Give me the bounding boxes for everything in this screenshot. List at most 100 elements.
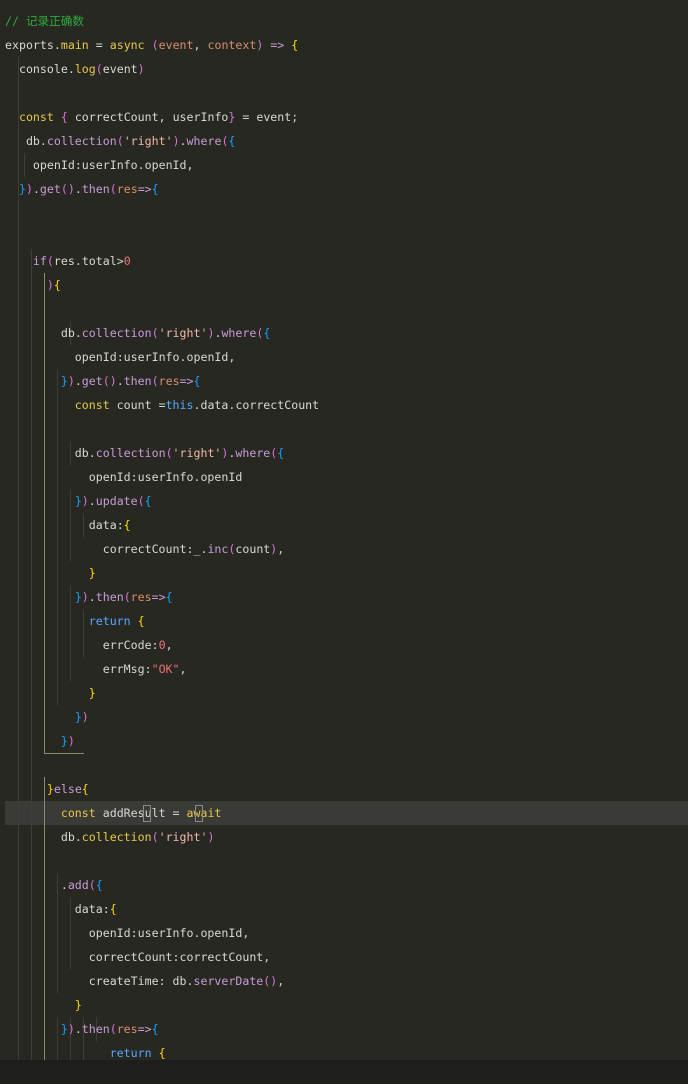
code-token: ( [165, 446, 173, 460]
code-line[interactable]: db.collection('right').where({ [5, 129, 235, 153]
code-token: . [179, 350, 187, 364]
code-line[interactable]: ){ [5, 273, 61, 297]
code-line[interactable]: .add({ [5, 873, 103, 897]
code-line[interactable]: console.log(event) [5, 57, 145, 81]
code-token: get [39, 182, 61, 196]
code-line[interactable]: }).get().then(res=>{ [5, 369, 201, 393]
code-token: else [53, 782, 82, 796]
code-line[interactable]: } [5, 561, 96, 585]
code-line[interactable]: db.collection('right') [5, 825, 215, 849]
code-token: ( [116, 134, 124, 148]
code-token: 0 [123, 254, 131, 268]
code-token: = [88, 38, 110, 52]
code-line[interactable]: data:{ [5, 513, 131, 537]
code-line[interactable]: db.collection('right').where({ [5, 441, 284, 465]
code-token: collection [46, 134, 117, 148]
code-token: "OK" [151, 662, 180, 676]
code-token: res [158, 374, 180, 388]
code-token: main [60, 38, 89, 52]
code-token: update [95, 494, 138, 508]
code-line[interactable]: openId:userInfo.openId, [5, 921, 250, 945]
code-token: db [5, 134, 40, 148]
code-line[interactable]: data:{ [5, 897, 117, 921]
code-token: ) [46, 278, 54, 292]
code-line[interactable]: errCode:0, [5, 633, 173, 657]
code-token: { [277, 446, 285, 460]
code-token: errMsg [5, 662, 145, 676]
code-line[interactable]: openId:userInfo.openId, [5, 345, 236, 369]
code-token: , [277, 974, 285, 988]
code-token: . [74, 374, 82, 388]
code-line[interactable]: const { correctCount, userInfo} = event; [5, 105, 298, 129]
code-line[interactable]: }) [5, 729, 75, 753]
code-line[interactable]: }) [5, 705, 89, 729]
code-line[interactable]: return { [5, 609, 145, 633]
code-token: ) [81, 494, 89, 508]
code-line[interactable]: // 记录正确数 [5, 9, 84, 33]
editor-bottom-edge [0, 1060, 688, 1084]
code-line[interactable]: correctCount:_.inc(count), [5, 537, 285, 561]
code-token: where [186, 134, 222, 148]
code-token: } [74, 494, 82, 508]
code-line[interactable]: } [5, 993, 82, 1017]
code-line[interactable]: } [5, 681, 96, 705]
code-token: 'right' [172, 446, 222, 460]
code-token: userInfo [81, 158, 138, 172]
code-token: 'right' [123, 134, 173, 148]
code-line[interactable]: if(res.total>0 [5, 249, 131, 273]
code-line[interactable]: errMsg:"OK", [5, 657, 187, 681]
code-token: } [88, 686, 96, 700]
code-token: exports [5, 38, 54, 52]
code-line[interactable]: openId:userInfo.openId [5, 465, 243, 489]
code-token: correctCount [74, 110, 159, 124]
code-token: const [5, 110, 54, 124]
code-token: { [144, 494, 152, 508]
code-line[interactable]: exports.main = async (event, context) =>… [5, 33, 298, 57]
code-line[interactable]: }).update({ [5, 489, 152, 513]
code-token: 0 [158, 638, 166, 652]
code-token: . [88, 494, 96, 508]
code-token: { [81, 782, 89, 796]
code-token: . [137, 158, 145, 172]
code-token: => [137, 1022, 152, 1036]
code-line[interactable]: }).get().then(res=>{ [5, 177, 159, 201]
code-line[interactable]: }).then(res=>{ [5, 1017, 159, 1041]
code-token: ) [67, 734, 75, 748]
code-token: } [60, 1022, 68, 1036]
code-token: openId [200, 926, 243, 940]
code-token: event [256, 110, 292, 124]
code-token: event [102, 62, 138, 76]
code-token: correctCount [5, 542, 187, 556]
code-line[interactable]: const count =this.data.correctCount [5, 393, 319, 417]
code-line[interactable]: db.collection('right').where({ [5, 321, 270, 345]
code-token: ) [81, 710, 89, 724]
code-line[interactable]: }else{ [5, 777, 89, 801]
code-line[interactable]: return { [5, 1041, 166, 1060]
code-line[interactable]: openId:userInfo.openId, [5, 153, 194, 177]
code-token: data [5, 518, 117, 532]
code-token: } [46, 782, 54, 796]
code-line[interactable]: correctCount:correctCount, [5, 945, 271, 969]
code-line[interactable]: const addResult = await [5, 801, 222, 825]
code-token: . [74, 326, 82, 340]
code-token: , [193, 38, 208, 52]
code-token: userInfo [137, 926, 194, 940]
code-token: count [109, 398, 159, 412]
code-line[interactable]: createTime: db.serverDate(), [5, 969, 285, 993]
code-token: { [95, 878, 103, 892]
code-token: db [5, 830, 75, 844]
code-token: ( [109, 182, 117, 196]
code-token: ) [172, 134, 180, 148]
code-line[interactable]: }).then(res=>{ [5, 585, 173, 609]
code-token: ) [256, 38, 271, 52]
code-token: openId [200, 470, 243, 484]
code-token: { [228, 134, 236, 148]
code-token: const [5, 398, 110, 412]
code-token: . [32, 182, 40, 196]
code-token: => [179, 374, 194, 388]
code-token: db [5, 446, 89, 460]
code-editor[interactable]: // 记录正确数 exports.main = async (event, con… [0, 0, 688, 1060]
